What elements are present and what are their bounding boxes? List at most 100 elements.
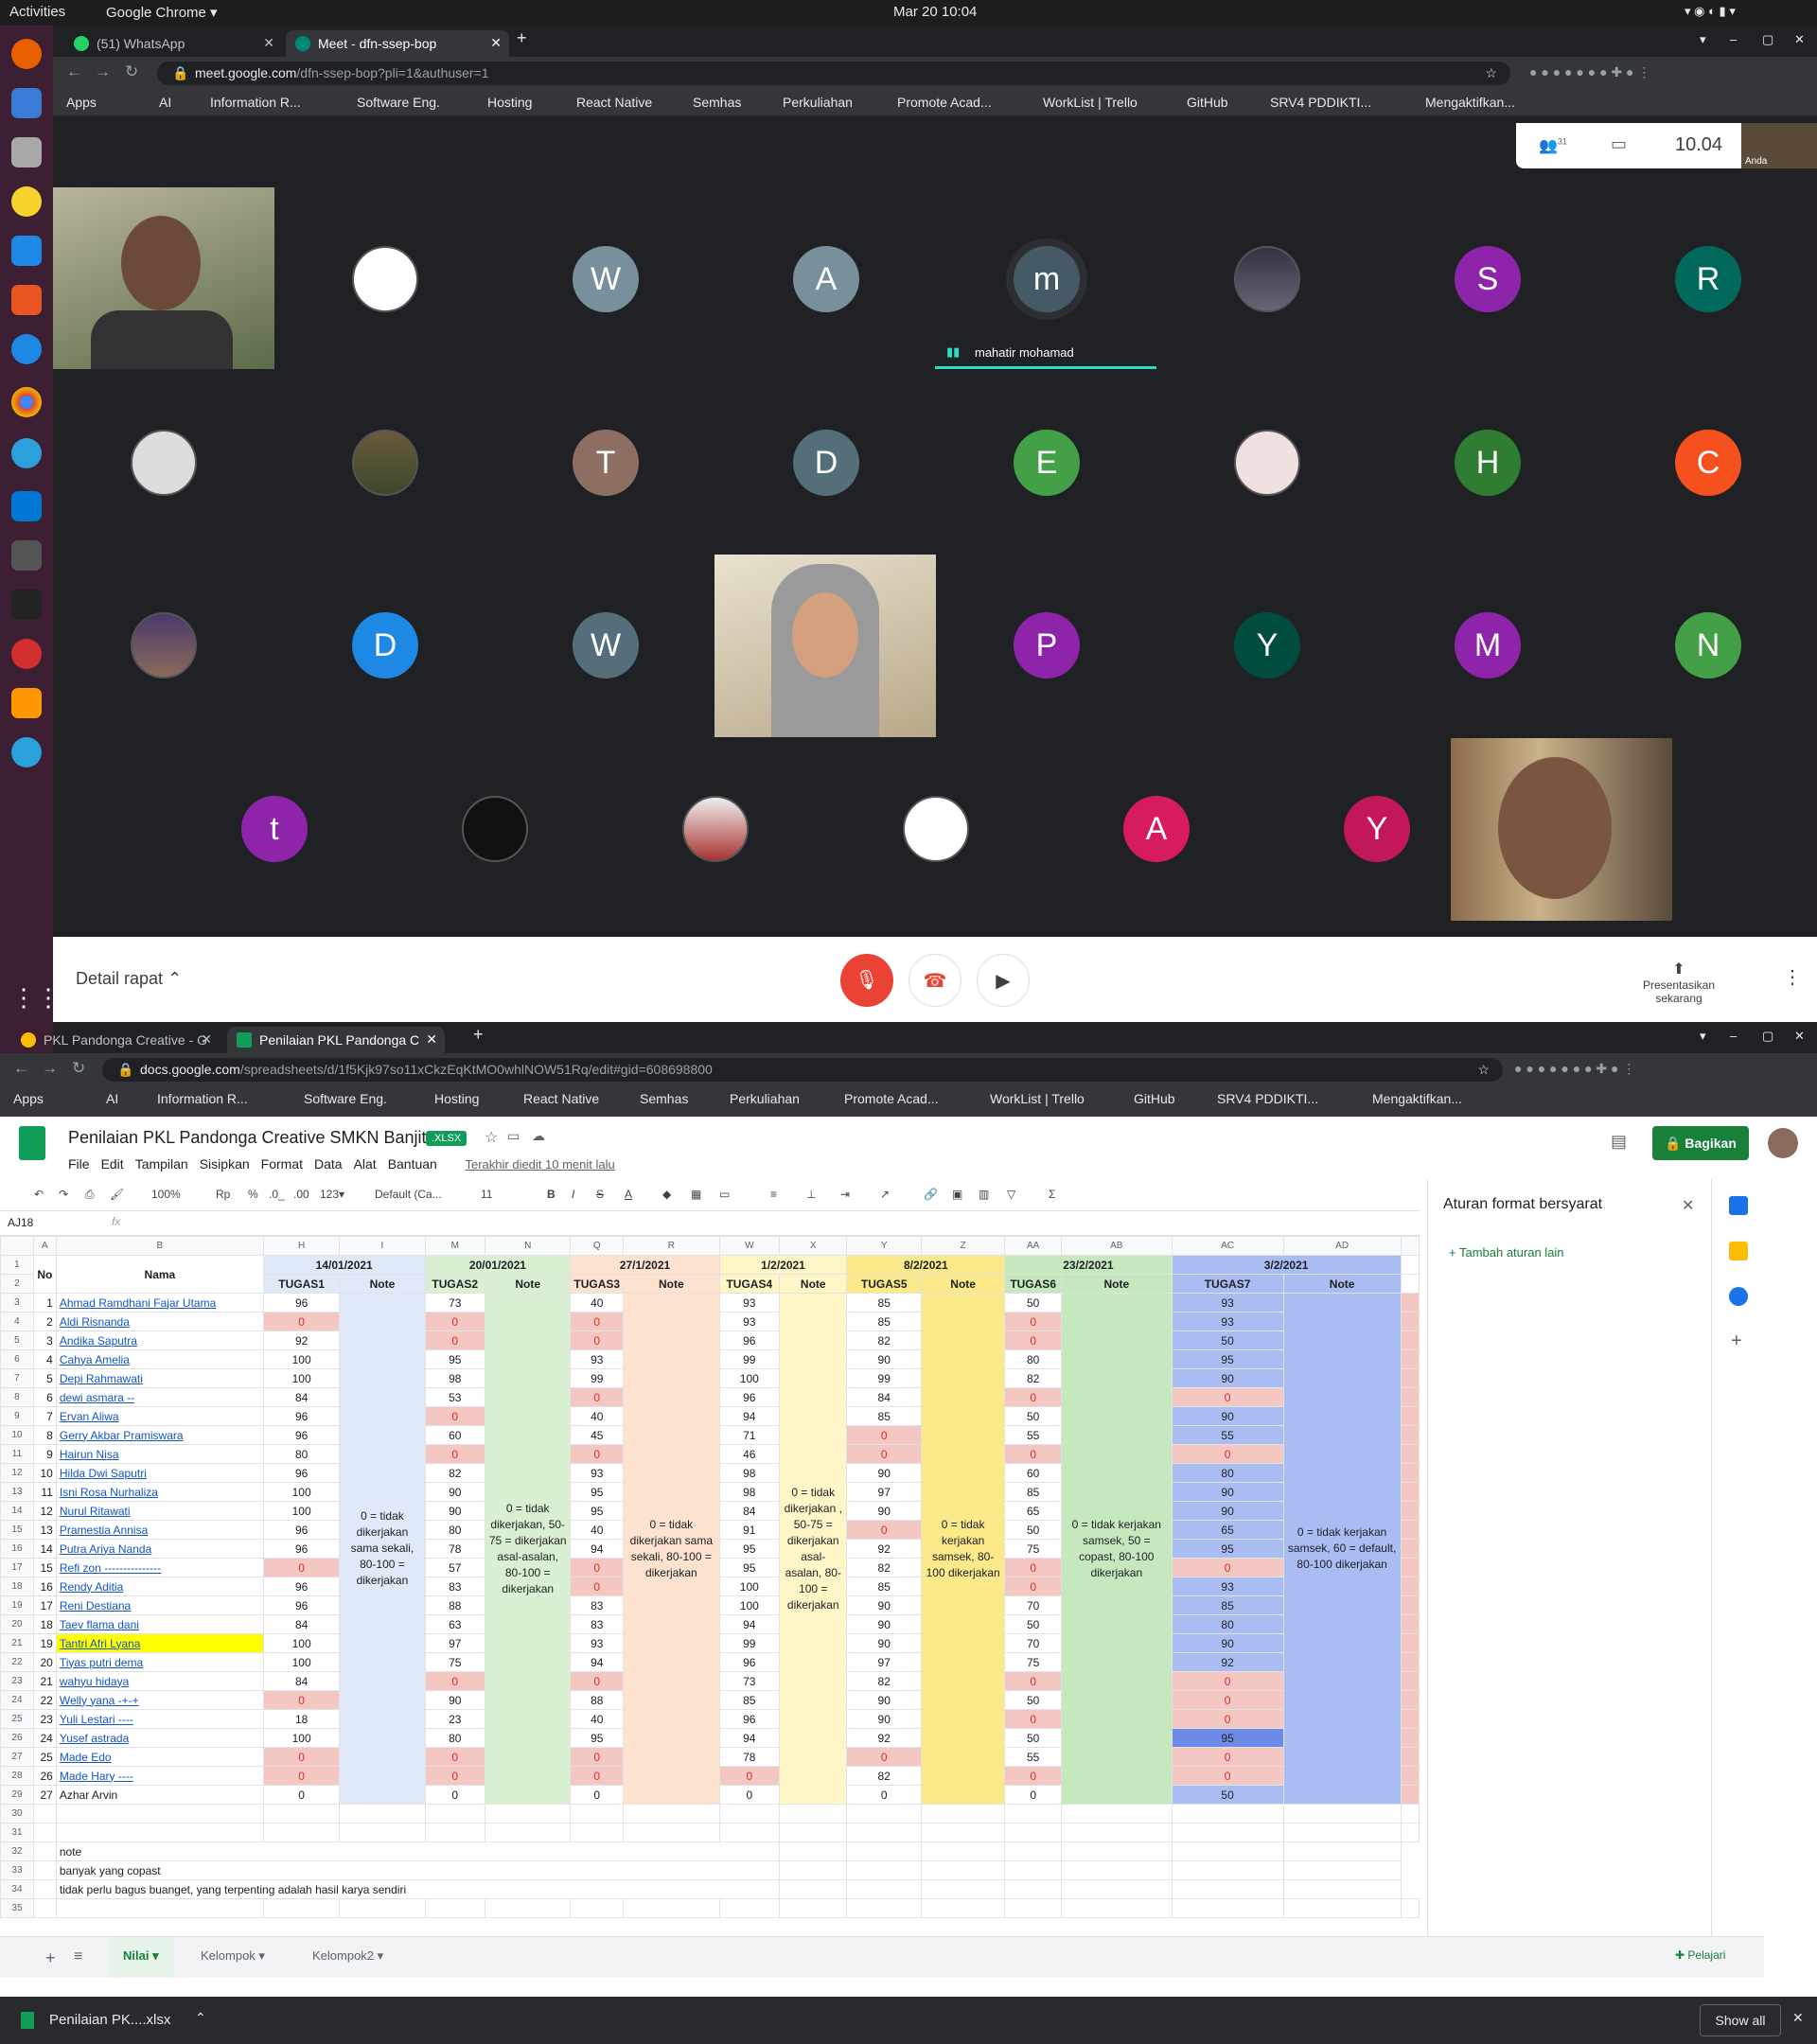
participant-photo[interactable] — [1234, 246, 1300, 312]
score-cell[interactable]: 97 — [846, 1482, 922, 1502]
bookmark-softeng[interactable]: Software Eng. — [304, 1091, 387, 1106]
score-cell[interactable]: 98 — [718, 1463, 781, 1483]
corner-cell[interactable] — [0, 1236, 34, 1256]
cell[interactable] — [1400, 1690, 1420, 1710]
vscode-icon[interactable] — [11, 491, 42, 521]
participant-photo[interactable] — [682, 796, 749, 862]
row-number[interactable]: 19 — [0, 1595, 34, 1615]
close-window-icon[interactable]: ✕ — [1794, 32, 1805, 47]
score-cell[interactable]: 0 — [718, 1785, 781, 1805]
score-cell[interactable]: 50 — [1004, 1520, 1063, 1540]
score-cell[interactable]: 90 — [1171, 1501, 1284, 1521]
bookmark-trello[interactable]: WorkList | Trello — [990, 1091, 1085, 1106]
row-number[interactable]: 16 — [0, 1539, 34, 1559]
date-header[interactable]: 3/2/2021 — [1171, 1255, 1402, 1275]
bookmark-github[interactable]: GitHub — [1134, 1091, 1175, 1106]
cell[interactable] — [1061, 1860, 1173, 1880]
score-cell[interactable]: 0 — [1171, 1387, 1284, 1407]
note-cell[interactable]: 0 = tidak dikerjakan , 50-75 = dikerjaka… — [779, 1293, 848, 1805]
cell[interactable] — [32, 1804, 57, 1824]
cell[interactable] — [1400, 1766, 1420, 1786]
participant-avatar-R[interactable]: R — [1675, 246, 1741, 312]
cell[interactable] — [846, 1898, 922, 1918]
score-cell[interactable]: 99 — [846, 1368, 922, 1388]
row-number[interactable]: 9 — [0, 1406, 34, 1426]
score-cell[interactable]: 73 — [424, 1293, 486, 1313]
score-cell[interactable]: 90 — [1171, 1368, 1284, 1388]
student-no[interactable]: 18 — [32, 1614, 57, 1634]
cell[interactable] — [424, 1823, 486, 1842]
score-cell[interactable]: 80 — [424, 1520, 486, 1540]
thunderbird-icon[interactable] — [11, 88, 42, 118]
cell[interactable] — [1282, 1823, 1402, 1842]
score-cell[interactable]: 0 — [846, 1785, 922, 1805]
show-all-button[interactable]: Show all — [1700, 2004, 1781, 2036]
student-name[interactable]: Reni Destiana — [55, 1595, 264, 1615]
bookmark-ai[interactable]: AI — [159, 95, 171, 110]
task-header[interactable]: Note — [1282, 1274, 1402, 1294]
score-cell[interactable]: 0 — [424, 1312, 486, 1331]
chat-icon[interactable]: ▭ — [1611, 134, 1627, 154]
note-cell[interactable]: 0 = tidak dikerjakan, 50-75 = dikerjakan… — [485, 1293, 572, 1805]
participant-photo[interactable] — [352, 430, 418, 496]
participant-avatar-H[interactable]: H — [1455, 430, 1521, 496]
participant-avatar-E[interactable]: E — [1014, 430, 1080, 496]
task-header[interactable]: TUGAS3 — [570, 1274, 625, 1294]
score-cell[interactable]: 85 — [1004, 1482, 1063, 1502]
student-no[interactable]: 2 — [32, 1312, 57, 1331]
score-cell[interactable]: 95 — [424, 1349, 486, 1369]
participant-photo[interactable] — [462, 796, 528, 862]
score-cell[interactable]: 0 — [424, 1785, 486, 1805]
column-header[interactable]: B — [55, 1236, 264, 1256]
score-cell[interactable]: 92 — [262, 1330, 341, 1350]
score-cell[interactable]: 80 — [1171, 1614, 1284, 1634]
participant-photo[interactable] — [903, 796, 969, 862]
row-number[interactable]: 22 — [0, 1652, 34, 1672]
cell[interactable] — [1400, 1274, 1420, 1294]
chrome-icon[interactable] — [11, 387, 42, 417]
decrease-decimal-button[interactable]: .0_ — [269, 1188, 285, 1201]
rhythmbox-icon[interactable] — [11, 186, 42, 217]
student-no[interactable]: 10 — [32, 1463, 57, 1483]
student-no[interactable]: 7 — [32, 1406, 57, 1426]
row-number[interactable]: 35 — [0, 1898, 34, 1918]
student-no[interactable]: 22 — [32, 1690, 57, 1710]
close-panel-icon[interactable]: ✕ — [1682, 1196, 1694, 1215]
bookmark-softeng[interactable]: Software Eng. — [357, 95, 440, 110]
score-cell[interactable]: 0 — [262, 1312, 341, 1331]
participant-avatar-m[interactable]: m — [1014, 246, 1080, 312]
download-item[interactable]: Penilaian PK....xlsx — [49, 2012, 170, 2028]
column-header[interactable]: Z — [920, 1236, 1006, 1256]
task-header[interactable]: Note — [1061, 1274, 1173, 1294]
score-cell[interactable]: 85 — [846, 1577, 922, 1596]
minimize-icon[interactable]: – — [1730, 32, 1737, 46]
student-name[interactable]: Gerry Akbar Pramiswara — [55, 1425, 264, 1445]
score-cell[interactable]: 91 — [718, 1520, 781, 1540]
row-number[interactable]: 30 — [0, 1804, 34, 1824]
cell[interactable] — [55, 1898, 264, 1918]
share-button[interactable]: 🔒 Bagikan — [1652, 1126, 1749, 1160]
meeting-details-button[interactable]: Detail rapat ⌃ — [76, 969, 182, 989]
participant-photo[interactable] — [1234, 430, 1300, 496]
participant-avatar-A[interactable]: A — [1123, 796, 1190, 862]
column-header[interactable]: Y — [846, 1236, 922, 1256]
cell[interactable] — [1400, 1577, 1420, 1596]
score-cell[interactable]: 96 — [262, 1539, 341, 1559]
cloud-icon[interactable]: ☁ — [532, 1128, 545, 1144]
student-name[interactable]: wahyu hidaya — [55, 1671, 264, 1691]
cell[interactable] — [1400, 1293, 1420, 1313]
task-header[interactable]: Note — [339, 1274, 426, 1294]
app2-icon[interactable] — [11, 639, 42, 669]
cell[interactable] — [1171, 1860, 1284, 1880]
score-cell[interactable]: 0 — [1004, 1577, 1063, 1596]
row-number[interactable]: 24 — [0, 1690, 34, 1710]
score-cell[interactable]: 90 — [424, 1482, 486, 1502]
student-name[interactable]: Welly yana -+-+ — [55, 1690, 264, 1710]
cell[interactable] — [1400, 1558, 1420, 1577]
rotate-icon[interactable]: ↗ — [880, 1188, 890, 1201]
close-icon[interactable]: ✕ — [263, 35, 274, 51]
back-icon[interactable]: ← — [13, 1059, 29, 1078]
score-cell[interactable]: 88 — [424, 1595, 486, 1615]
score-cell[interactable]: 95 — [718, 1539, 781, 1559]
mic-off-button[interactable]: 🎙 — [840, 954, 893, 1007]
